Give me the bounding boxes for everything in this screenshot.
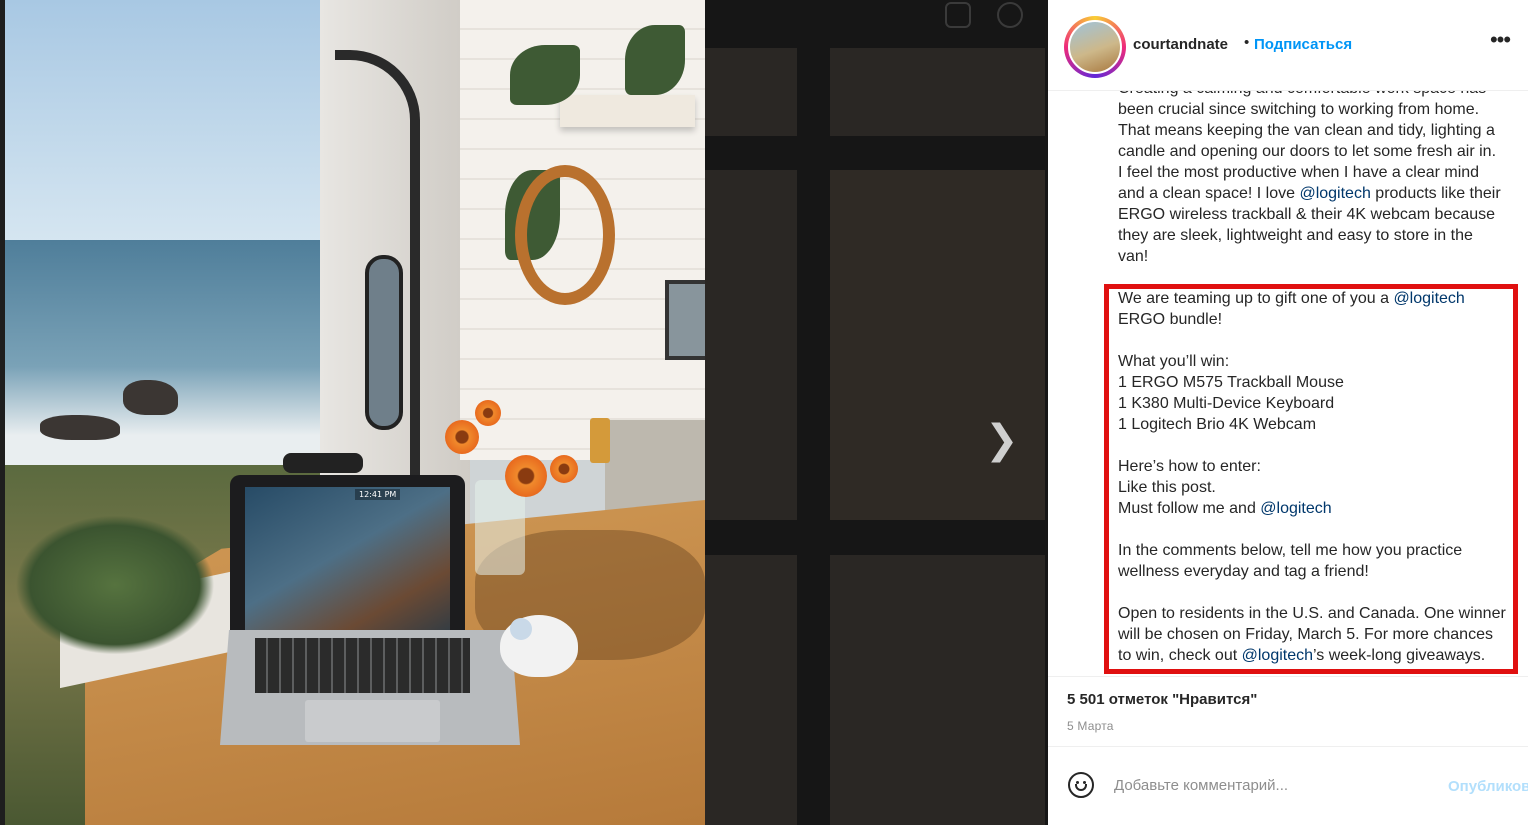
home-icon [945,2,971,28]
caption-text: ’s week-long giveaways. [1313,647,1486,664]
feed-tile [705,48,797,136]
caption-line: Open to residents in the U.S. and Canada… [1118,605,1506,622]
caption-line: to win, check out @logitech’s week-long … [1118,645,1518,666]
publish-button[interactable]: Опубликовать [1448,778,1528,795]
feed-tile [705,555,797,825]
divider [1048,746,1528,747]
feed-tile [830,555,1045,825]
caption-line: Here’s how to enter: [1118,458,1261,475]
prize-item: 1 K380 Multi-Device Keyboard [1118,395,1335,412]
avatar[interactable] [1068,20,1122,74]
caption-line: I feel the most productive when I have a… [1118,164,1480,181]
photo-shelf [560,95,695,127]
photo-laptop-clock: 12:41 PM [355,489,401,500]
photo-van-window [365,255,403,430]
caption-text: and a clean space! I love [1118,185,1300,202]
photo-shelf-plant [625,25,685,95]
mention-link[interactable]: @logitech [1260,500,1331,517]
caption-line: and a clean space! I love @logitech prod… [1118,183,1518,204]
post-photo: 12:41 PM [5,0,705,825]
username-link[interactable]: courtandnate [1133,36,1228,53]
feed-tile [705,170,797,520]
prize-item: 1 ERGO M575 Trackball Mouse [1118,374,1344,391]
feed-tile [830,170,1045,520]
prize-item: 1 Logitech Brio 4K Webcam [1118,416,1317,433]
photo-hanging-plant [510,45,580,105]
header-separator: • [1244,34,1250,51]
caption-text: to win, check out [1118,647,1242,664]
photo-rock [123,380,178,415]
mention-link[interactable]: @logitech [1242,647,1313,664]
caption-line: ERGO wireless trackball & their 4K webca… [1118,206,1496,223]
caption-line: will be chosen on Friday, March 5. For m… [1118,626,1493,643]
divider [1048,676,1528,677]
photo-potted-plant [15,515,215,655]
caption-line: That means keeping the van clean and tid… [1118,122,1495,139]
emoji-mouth [1075,784,1087,791]
post-caption: Creating a calming and comfortable work … [1118,78,1518,673]
photo-webcam [283,453,363,473]
caption-line: Must follow me and @logitech [1118,498,1518,519]
more-options-icon[interactable]: ••• [1488,29,1512,54]
photo-candle [590,418,610,463]
caption-line: What you’ll win: [1118,353,1230,370]
comment-input[interactable] [1114,772,1434,798]
caption-line: ERGO bundle! [1118,311,1223,328]
emoji-icon[interactable] [1068,772,1094,798]
photo-flower [550,455,578,483]
photo-rock [40,415,120,440]
photo-laptop-keyboard [255,638,470,693]
likes-count[interactable]: 5 501 отметок "Нравится" [1067,691,1257,708]
caption-text: Must follow me and [1118,500,1261,517]
mention-link[interactable]: @logitech [1393,290,1464,307]
caption-line: been crucial since switching to working … [1118,101,1480,118]
caption-line: wellness everyday and tag a friend! [1118,563,1369,580]
caption-line: candle and opening our doors to let some… [1118,143,1497,160]
photo-flower [475,400,501,426]
photo-laptop-trackpad [305,700,440,742]
caption-line: Like this post. [1118,479,1216,496]
caption-line: In the comments below, tell me how you p… [1118,542,1463,559]
photo-laptop-screen [245,487,450,637]
post-sidebar: courtandnate • Подписаться ••• Creating … [1048,0,1528,825]
mention-link[interactable]: @logitech [1299,185,1370,202]
follow-button[interactable]: Подписаться [1254,36,1352,53]
feed-tile [830,48,1045,136]
post-header: courtandnate • Подписаться ••• [1048,0,1528,91]
messenger-icon [997,2,1023,28]
next-post-arrow-icon[interactable]: ❯ [985,420,1019,460]
photo-wall-window [665,280,705,360]
caption-line: they are sleek, lightweight and easy to … [1118,227,1473,244]
photo-flower [505,455,547,497]
background-feed [705,0,1048,825]
caption-line: van! [1118,248,1149,265]
photo-wreath [515,165,615,305]
post-date: 5 Марта [1067,719,1114,733]
caption-text: products like their [1370,185,1501,202]
caption-text: We are teaming up to gift one of you a [1118,290,1394,307]
caption-line: We are teaming up to gift one of you a @… [1118,288,1518,309]
photo-sky [5,0,335,245]
photo-flower [445,420,479,454]
photo-trackball [510,618,532,640]
